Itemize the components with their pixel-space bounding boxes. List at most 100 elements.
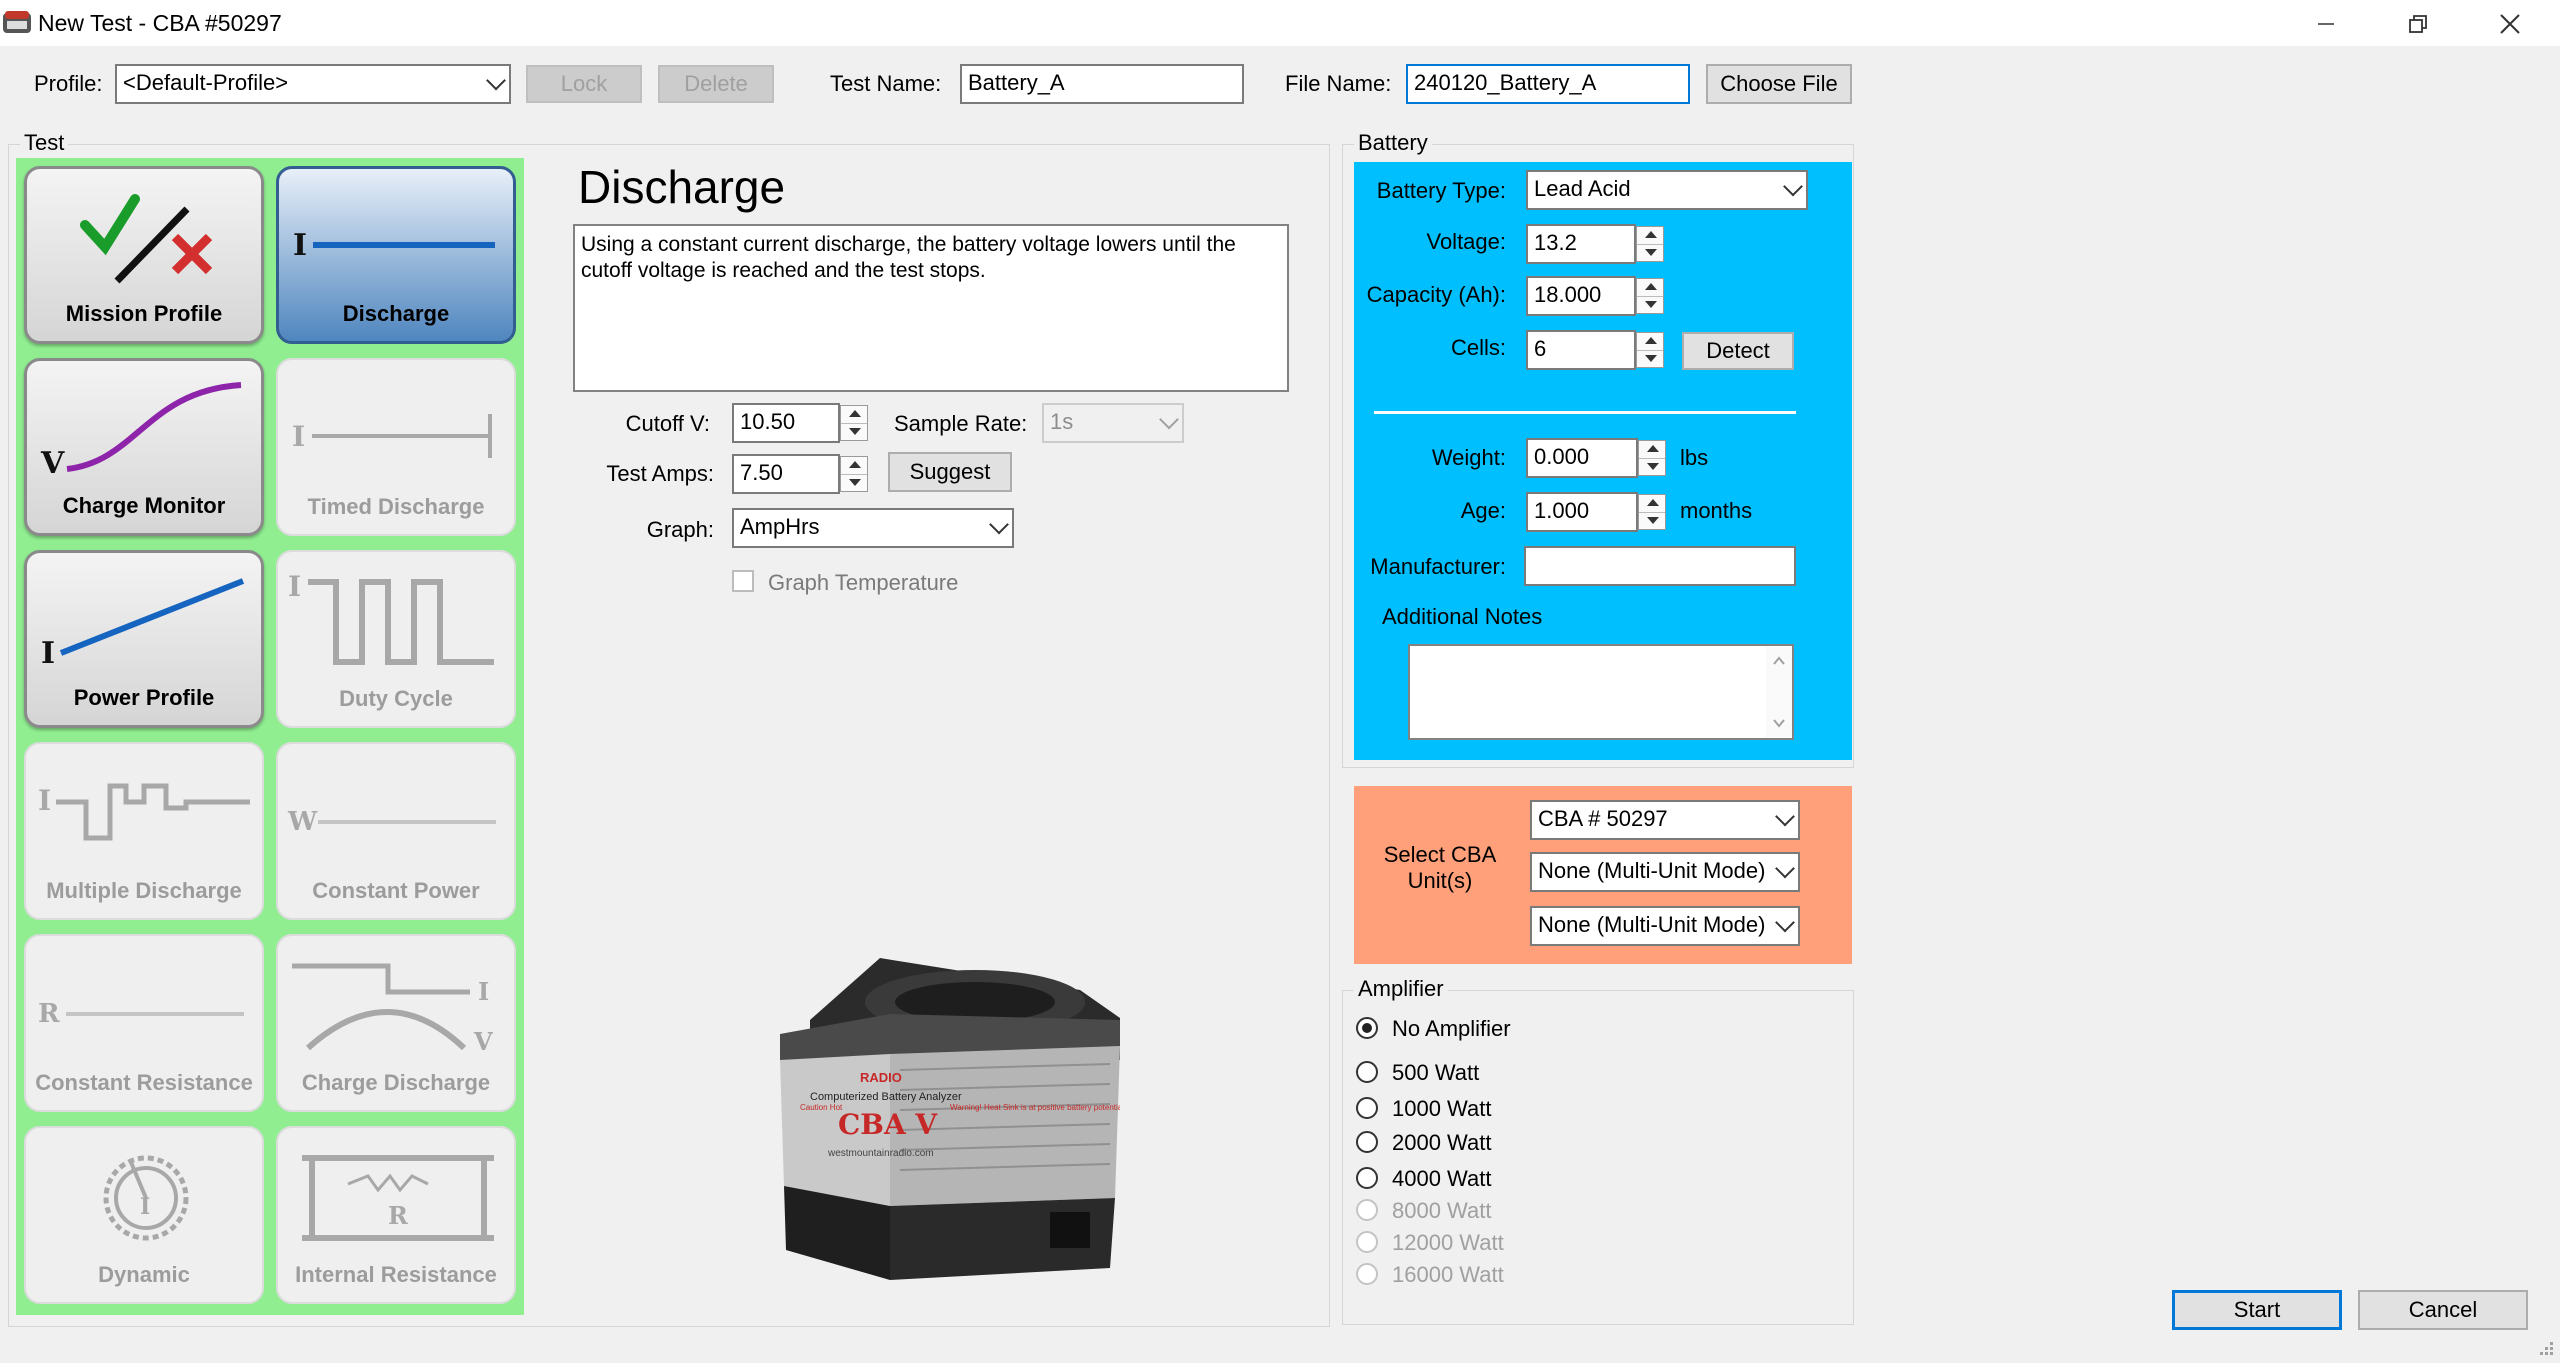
spin-down-icon[interactable]: [1639, 458, 1665, 475]
battery-type-label: Battery Type:: [1376, 178, 1506, 203]
close-icon: [2500, 13, 2520, 34]
charge-curve-icon: V: [40, 382, 242, 481]
sample-rate-dropdown[interactable]: 1s: [1042, 403, 1184, 443]
tile-label: Power Profile: [73, 685, 215, 710]
spin-up-icon[interactable]: [1637, 333, 1663, 350]
tile-constant-resistance: R Constant Resistance: [24, 934, 264, 1112]
unit1-dropdown[interactable]: CBA # 50297: [1530, 800, 1800, 840]
start-button[interactable]: Start: [2172, 1290, 2342, 1330]
tile-duty-cycle: I Duty Cycle: [276, 550, 516, 728]
graph-dropdown[interactable]: AmpHrs: [732, 508, 1014, 548]
amp-radio-16000: [1356, 1263, 1378, 1285]
graph-value: AmpHrs: [740, 514, 820, 539]
test-amps-spinner[interactable]: [840, 456, 868, 492]
age-input[interactable]: 1.000: [1526, 492, 1638, 532]
age-spinner[interactable]: [1638, 494, 1666, 530]
spin-down-icon[interactable]: [841, 423, 867, 440]
amp-radio-1000[interactable]: [1356, 1097, 1378, 1119]
amp-label-16000: 16000 Watt: [1392, 1262, 1504, 1287]
tile-label: Duty Cycle: [339, 686, 453, 711]
spin-up-icon[interactable]: [841, 457, 867, 474]
close-button[interactable]: [2464, 0, 2556, 46]
spin-up-icon[interactable]: [1639, 441, 1665, 458]
unit3-dropdown[interactable]: None (Multi-Unit Mode): [1530, 906, 1800, 946]
cells-input[interactable]: 6: [1526, 330, 1636, 370]
tile-label: Timed Discharge: [307, 494, 485, 519]
test-name-input[interactable]: Battery_A: [960, 64, 1244, 104]
suggest-button[interactable]: Suggest: [888, 452, 1012, 492]
amp-radio-2000[interactable]: [1356, 1131, 1378, 1153]
age-label: Age:: [1460, 498, 1506, 523]
weight-input[interactable]: 0.000: [1526, 438, 1638, 478]
voltage-input[interactable]: 13.2: [1526, 224, 1636, 264]
amp-radio-4000[interactable]: [1356, 1167, 1378, 1189]
spin-down-icon[interactable]: [1639, 512, 1665, 529]
spin-up-icon[interactable]: [841, 406, 867, 423]
profile-value: <Default-Profile>: [123, 70, 289, 95]
cancel-button[interactable]: Cancel: [2358, 1290, 2528, 1330]
voltage-label: Voltage:: [1426, 229, 1506, 254]
battery-type-dropdown[interactable]: Lead Acid: [1526, 170, 1808, 210]
spin-down-icon[interactable]: [1637, 350, 1663, 367]
delete-button[interactable]: Delete: [658, 65, 774, 103]
cells-spinner[interactable]: [1636, 332, 1664, 368]
profile-dropdown[interactable]: <Default-Profile>: [115, 64, 511, 104]
restore-icon: [2409, 14, 2427, 33]
spin-up-icon[interactable]: [1637, 279, 1663, 296]
test-amps-input[interactable]: 7.50: [732, 454, 840, 494]
device-brand: RADIO: [860, 1070, 902, 1085]
amp-label-12000: 12000 Watt: [1392, 1230, 1504, 1255]
test-heading: Discharge: [578, 161, 786, 213]
tile-label: Mission Profile: [65, 301, 223, 326]
tile-label: Internal Resistance: [295, 1262, 497, 1287]
check-cross-icon: [80, 194, 213, 284]
cutoff-input[interactable]: 10.50: [732, 403, 840, 443]
profile-label: Profile:: [34, 71, 103, 96]
amp-radio-500[interactable]: [1356, 1061, 1378, 1083]
amp-radio-none[interactable]: [1356, 1017, 1378, 1039]
manufacturer-input[interactable]: [1524, 546, 1796, 586]
tile-timed-discharge: I Timed Discharge: [276, 358, 516, 536]
spin-down-icon[interactable]: [1637, 244, 1663, 261]
test-name-label: Test Name:: [830, 71, 942, 96]
capacity-input[interactable]: 18.000: [1526, 276, 1636, 316]
additional-notes-textarea[interactable]: [1408, 644, 1794, 740]
voltage-spinner[interactable]: [1636, 226, 1664, 262]
spin-down-icon[interactable]: [1637, 296, 1663, 313]
amp-radio-12000: [1356, 1231, 1378, 1253]
tile-charge-monitor[interactable]: V Charge Monitor: [24, 358, 264, 536]
detect-button[interactable]: Detect: [1682, 332, 1794, 370]
constant-resistance-icon: R: [38, 999, 244, 1029]
svg-text:R: R: [388, 1201, 409, 1230]
tile-multiple-discharge: I Multiple Discharge: [24, 742, 264, 920]
lock-button[interactable]: Lock: [526, 65, 642, 103]
svg-text:I: I: [288, 570, 301, 603]
capacity-spinner[interactable]: [1636, 278, 1664, 314]
notes-scrollbar[interactable]: [1766, 646, 1792, 738]
minimize-icon: [2318, 22, 2334, 25]
tile-power-profile[interactable]: I Power Profile: [24, 550, 264, 728]
spin-up-icon[interactable]: [1637, 227, 1663, 244]
tile-label: Constant Resistance: [35, 1070, 253, 1095]
restore-button[interactable]: [2372, 0, 2464, 46]
tile-discharge[interactable]: I Discharge: [276, 166, 516, 344]
minimize-button[interactable]: [2280, 0, 2372, 46]
choose-file-button[interactable]: Choose File: [1706, 64, 1852, 104]
spin-down-icon[interactable]: [841, 474, 867, 491]
amp-label-8000: 8000 Watt: [1392, 1198, 1492, 1223]
resize-grip-icon[interactable]: [2536, 1338, 2556, 1358]
weight-spinner[interactable]: [1638, 440, 1666, 476]
unit2-dropdown[interactable]: None (Multi-Unit Mode): [1530, 852, 1800, 892]
tile-mission-profile[interactable]: Mission Profile: [24, 166, 264, 344]
chevron-down-icon: [1775, 858, 1795, 879]
svg-text:I: I: [140, 1194, 150, 1220]
spin-up-icon[interactable]: [1639, 495, 1665, 512]
tile-label: Charge Monitor: [62, 493, 226, 518]
graph-temperature-checkbox[interactable]: [732, 570, 754, 592]
file-name-input[interactable]: 240120_Battery_A: [1406, 64, 1690, 104]
tile-label: Dynamic: [98, 1262, 190, 1287]
cutoff-spinner[interactable]: [840, 405, 868, 441]
svg-text:I: I: [38, 784, 51, 817]
svg-text:I: I: [292, 420, 305, 453]
chevron-down-icon: [989, 514, 1009, 535]
